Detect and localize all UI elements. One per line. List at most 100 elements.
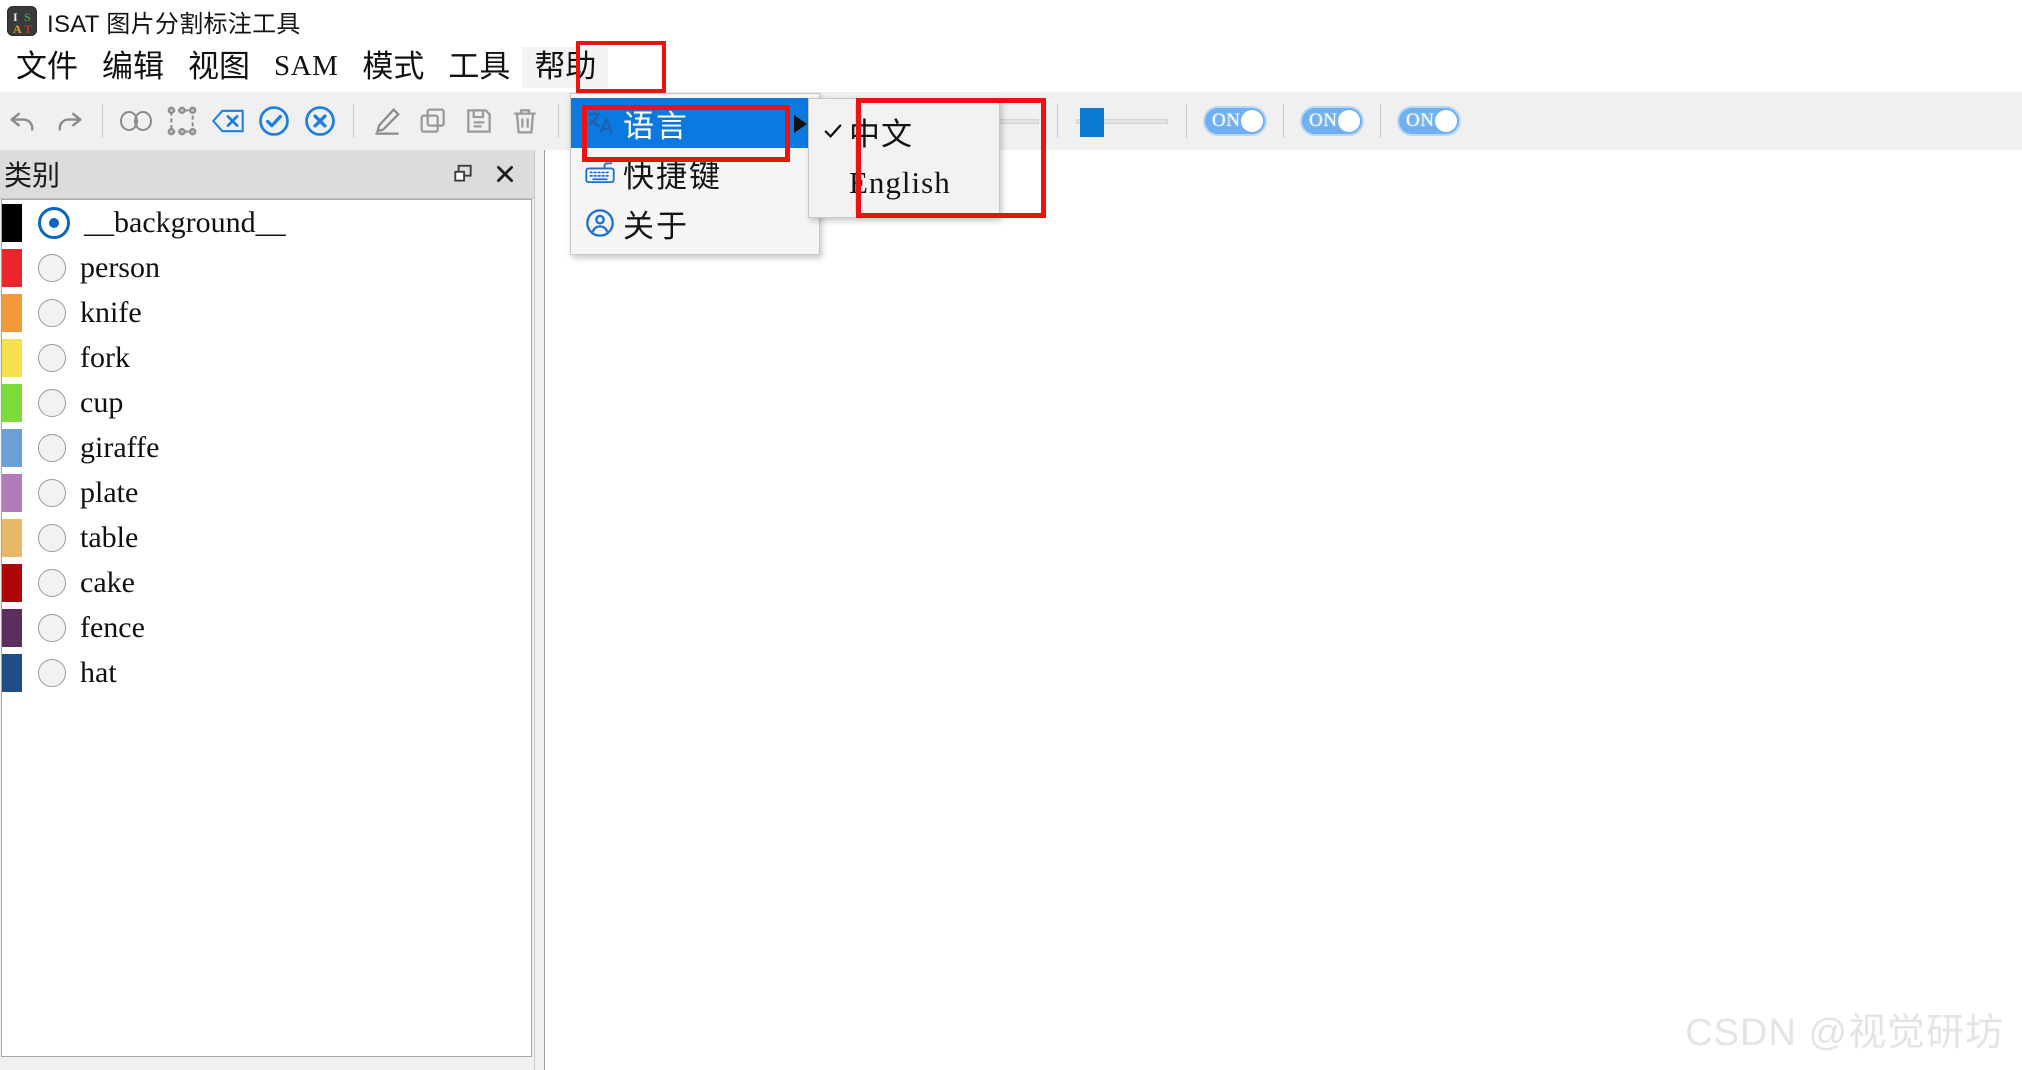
list-item[interactable]: plate: [2, 470, 531, 515]
category-label: table: [80, 520, 139, 554]
category-label: plate: [80, 475, 139, 509]
help-dropdown-menu: 语言 快捷键 关于: [570, 93, 820, 255]
csdn-watermark: CSDN @视觉研坊: [1685, 1012, 2004, 1054]
category-radio[interactable]: [38, 523, 66, 552]
slider-brightness-handle[interactable]: [1080, 108, 1104, 137]
category-label: person: [80, 250, 160, 284]
category-color-swatch: [2, 293, 22, 332]
language-option-chinese-label: 中文: [849, 116, 913, 152]
app-logo-icon: I S A T: [7, 6, 37, 36]
toggle-2-label: ON: [1309, 110, 1338, 131]
slider-brightness[interactable]: [1072, 101, 1172, 141]
category-label: cup: [80, 385, 124, 419]
menu-item-language[interactable]: 语言: [571, 98, 819, 148]
category-radio[interactable]: [38, 613, 66, 642]
window-title: ISAT 图片分割标注工具: [47, 10, 301, 38]
image-canvas-area[interactable]: [544, 150, 2022, 1070]
menu-mode[interactable]: 模式: [350, 47, 436, 88]
main-toolbar: ON ON ON: [0, 92, 2022, 151]
edit-pencil-icon[interactable]: [364, 98, 410, 144]
category-color-swatch: [2, 248, 22, 287]
category-color-swatch: [2, 608, 22, 647]
category-panel-buttons: [442, 154, 540, 194]
copy-icon[interactable]: [410, 98, 456, 144]
close-panel-icon[interactable]: [484, 154, 526, 194]
cancel-x-icon[interactable]: [297, 98, 343, 144]
language-option-chinese[interactable]: 中文: [809, 105, 999, 157]
category-color-swatch: [2, 518, 22, 557]
category-panel-header: 类别: [0, 150, 540, 199]
save-icon[interactable]: [456, 98, 502, 144]
toolbar-separator-8: [1283, 104, 1284, 138]
list-item[interactable]: hat: [2, 650, 531, 695]
category-label: fence: [80, 610, 145, 644]
category-radio[interactable]: [38, 343, 66, 372]
list-item[interactable]: cup: [2, 380, 531, 425]
keyboard-icon: [577, 159, 623, 187]
toolbar-separator-1: [102, 104, 103, 138]
title-bar: I S A T ISAT 图片分割标注工具: [0, 0, 2022, 42]
category-radio[interactable]: [38, 253, 66, 282]
category-color-swatch: [2, 338, 22, 377]
menu-view[interactable]: 视图: [176, 47, 262, 88]
category-label: fork: [80, 340, 130, 374]
menu-item-language-label: 语言: [623, 108, 689, 144]
language-option-english[interactable]: English: [809, 157, 999, 209]
list-item[interactable]: giraffe: [2, 425, 531, 470]
toggle-3[interactable]: ON: [1397, 106, 1461, 136]
isat-application-window: I S A T ISAT 图片分割标注工具 文件 编辑 视图 SAM 模式 工具…: [0, 0, 2022, 1070]
menu-edit[interactable]: 编辑: [90, 47, 176, 88]
category-label: knife: [80, 295, 142, 329]
category-label: __background__: [84, 205, 286, 239]
menu-help[interactable]: 帮助: [522, 46, 609, 88]
category-radio[interactable]: [38, 658, 66, 687]
redo-icon[interactable]: [46, 98, 92, 144]
delete-trash-icon[interactable]: [502, 98, 548, 144]
toggle-1-label: ON: [1212, 110, 1241, 131]
category-label: cake: [80, 565, 135, 599]
confirm-check-icon[interactable]: [251, 98, 297, 144]
category-color-swatch: [2, 203, 22, 242]
sam-infinity-icon[interactable]: [113, 98, 159, 144]
toggle-2-knob: [1338, 110, 1360, 132]
backspace-icon[interactable]: [205, 98, 251, 144]
toggle-1[interactable]: ON: [1203, 106, 1267, 136]
category-radio[interactable]: [38, 478, 66, 507]
category-radio[interactable]: [38, 206, 70, 239]
toggle-1-knob: [1241, 110, 1263, 132]
list-item[interactable]: person: [2, 245, 531, 290]
menu-item-shortcuts-label: 快捷键: [623, 158, 722, 194]
category-dock-panel: 类别 __background__ person knife fork cup …: [0, 150, 540, 1070]
toggle-3-label: ON: [1406, 110, 1435, 131]
category-radio[interactable]: [38, 298, 66, 327]
menu-item-shortcuts[interactable]: 快捷键: [571, 148, 819, 198]
app-logo-letter-a: A: [13, 22, 22, 36]
category-radio[interactable]: [38, 433, 66, 462]
toggle-3-knob: [1435, 110, 1457, 132]
list-item[interactable]: __background__: [2, 200, 531, 245]
list-item[interactable]: knife: [2, 290, 531, 335]
toolbar-separator-6: [1057, 104, 1058, 138]
category-color-swatch: [2, 563, 22, 602]
category-list[interactable]: __background__ person knife fork cup gir…: [1, 199, 532, 1057]
list-item[interactable]: cake: [2, 560, 531, 605]
menu-item-about[interactable]: 关于: [571, 198, 819, 248]
float-panel-icon[interactable]: [442, 154, 484, 194]
app-logo-letter-t: T: [24, 22, 33, 36]
menu-bar: 文件 编辑 视图 SAM 模式 工具 帮助: [0, 42, 2022, 92]
bbox-icon[interactable]: [159, 98, 205, 144]
list-item[interactable]: fork: [2, 335, 531, 380]
menu-tools[interactable]: 工具: [436, 47, 522, 88]
list-item[interactable]: fence: [2, 605, 531, 650]
undo-icon[interactable]: [0, 98, 46, 144]
category-color-swatch: [2, 428, 22, 467]
toggle-2[interactable]: ON: [1300, 106, 1364, 136]
menu-sam[interactable]: SAM: [262, 48, 350, 87]
menu-file[interactable]: 文件: [4, 47, 90, 88]
list-item[interactable]: table: [2, 515, 531, 560]
category-radio[interactable]: [38, 388, 66, 417]
category-radio[interactable]: [38, 568, 66, 597]
category-label: hat: [80, 655, 117, 689]
about-person-icon: [577, 207, 623, 239]
category-color-swatch: [2, 653, 22, 692]
